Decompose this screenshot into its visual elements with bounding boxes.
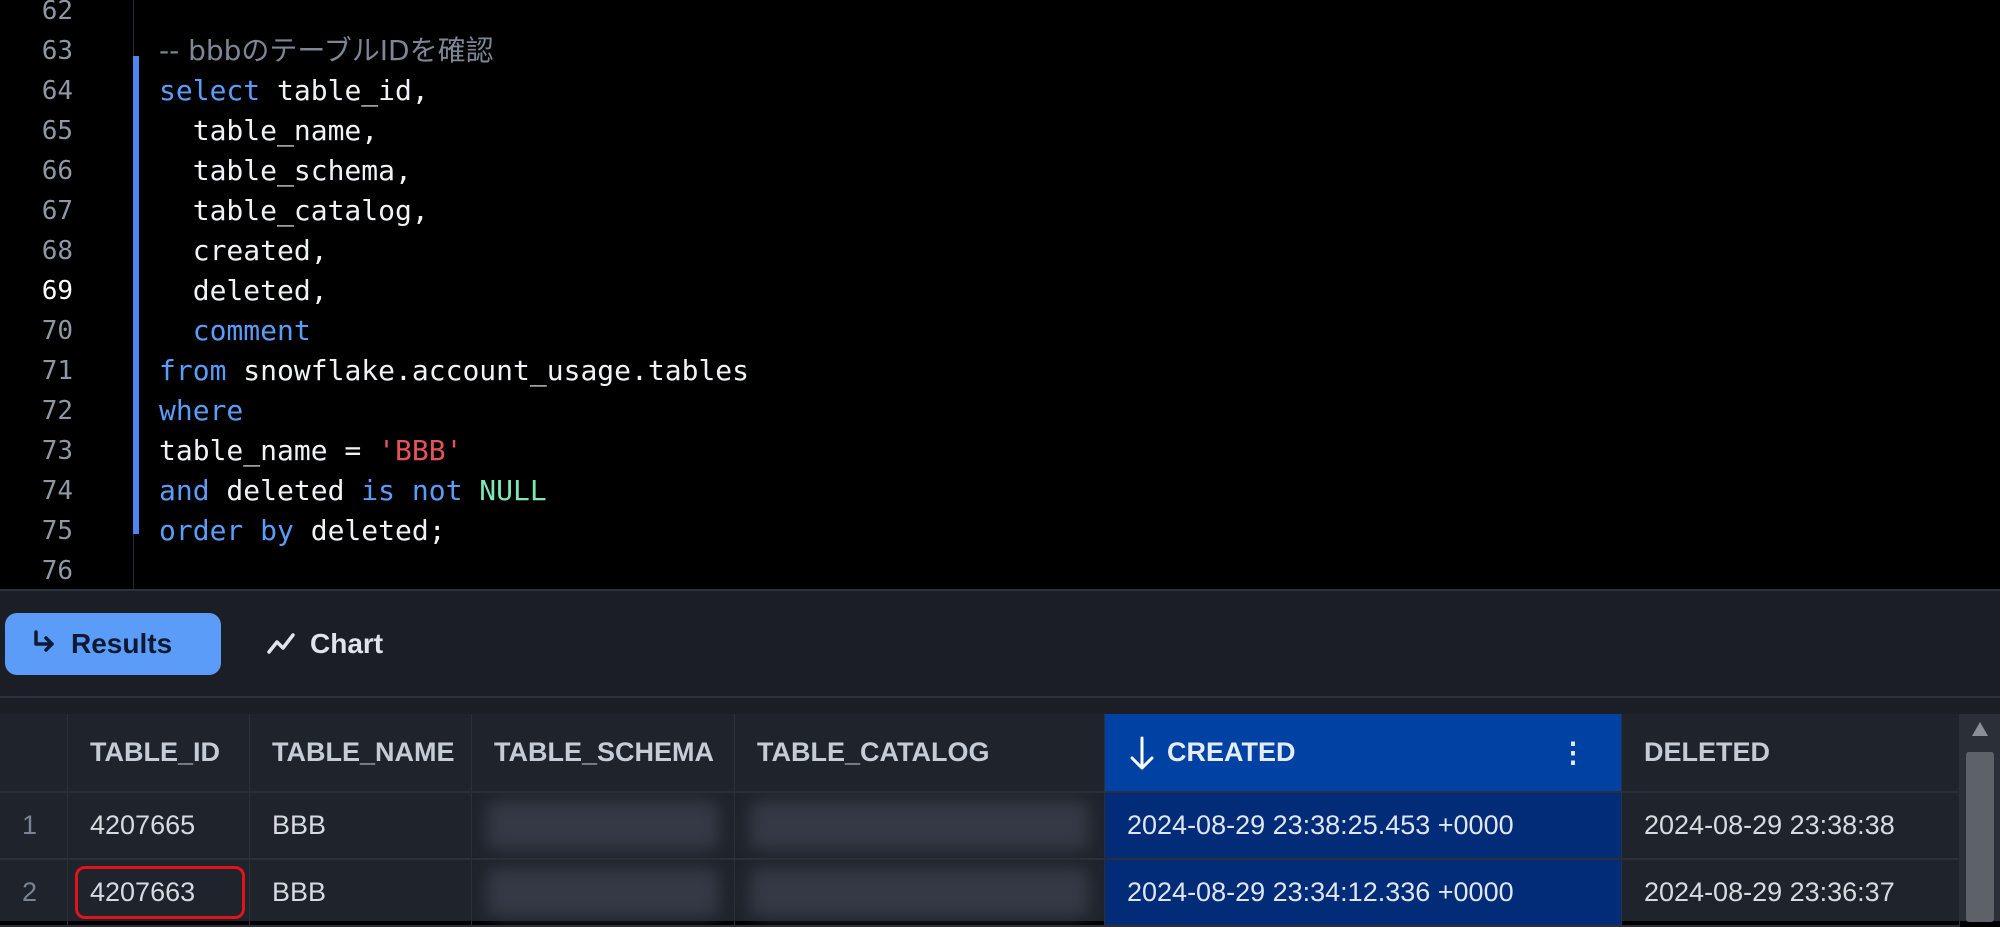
scroll-up-icon[interactable]: [1972, 722, 1988, 736]
cell-created[interactable]: 2024-08-29 23:38:25.453 +0000: [1105, 793, 1622, 858]
divider: [0, 696, 2000, 698]
line-number: 64: [41, 76, 73, 106]
cell-table-id[interactable]: 4207665: [68, 793, 250, 858]
cell-created[interactable]: 2024-08-29 23:34:12.336 +0000: [1105, 860, 1622, 925]
column-menu-icon[interactable]: ⋮: [1559, 736, 1587, 769]
line-number: 76: [41, 556, 73, 586]
code-text: order by deleted;: [159, 511, 446, 551]
cell-table-name[interactable]: BBB: [250, 793, 472, 858]
header-label: TABLE_CATALOG: [757, 737, 990, 767]
cell-table-catalog-redacted[interactable]: [735, 793, 1105, 858]
results-table: TABLE_ID TABLE_NAME TABLE_SCHEMA TABLE_C…: [0, 714, 1960, 927]
line-number: 75: [41, 516, 73, 546]
row-number: 2: [0, 860, 68, 925]
header-rownum: [0, 714, 68, 791]
code-token: deleted: [209, 474, 362, 507]
header-created[interactable]: CREATED ⋮: [1105, 714, 1622, 791]
cell-table-name[interactable]: BBB: [250, 860, 472, 925]
line-number: 71: [41, 356, 73, 386]
redaction-blur: [487, 868, 719, 917]
line-number: 62: [41, 0, 73, 26]
header-label: TABLE_SCHEMA: [494, 737, 715, 767]
code-text: table_name = 'BBB': [159, 431, 462, 471]
code-text: table_name,: [159, 111, 378, 151]
header-label: TABLE_NAME: [272, 737, 455, 767]
row-number: 1: [0, 793, 68, 858]
cell-table-catalog-redacted[interactable]: [735, 860, 1105, 925]
code-text: -- bbbのテーブルIDを確認: [159, 31, 494, 71]
code-text: table_schema,: [159, 151, 412, 191]
code-token: select: [159, 74, 261, 107]
highlight-box: [75, 866, 245, 919]
tab-chart[interactable]: Chart: [240, 613, 409, 675]
code-token: deleted;: [293, 514, 446, 547]
line-number: 73: [41, 436, 73, 466]
header-label: CREATED: [1167, 737, 1296, 767]
code-text: where: [159, 391, 243, 431]
tab-chart-label: Chart: [310, 628, 384, 659]
line-number: 68: [41, 236, 73, 266]
tab-results-label: Results: [71, 628, 173, 659]
code-token: where: [159, 394, 244, 427]
code-text: table_catalog,: [159, 191, 429, 231]
redaction-blur: [750, 868, 1089, 917]
line-number: 67: [41, 196, 73, 226]
selection-indicator: [133, 56, 139, 534]
line-number: 63: [41, 36, 73, 66]
header-table-catalog[interactable]: TABLE_CATALOG: [735, 714, 1105, 791]
sort-descending-icon: [1130, 736, 1154, 769]
cell-deleted[interactable]: 2024-08-29 23:38:38: [1622, 793, 1960, 858]
code-token: comment: [159, 314, 311, 347]
table-row[interactable]: 1 4207665 BBB 2024-08-29 23:38:25.453 +0…: [0, 793, 1960, 860]
cell-table-schema-redacted[interactable]: [472, 793, 735, 858]
return-arrow-icon: [34, 630, 54, 652]
line-number: 70: [41, 316, 73, 346]
table-row[interactable]: 2 4207663 BBB 2024-08-29 23:34:12.336 +0…: [0, 860, 1960, 927]
line-number: 72: [41, 396, 73, 426]
header-label: DELETED: [1644, 737, 1771, 767]
code-text: and deleted is not NULL: [159, 471, 547, 511]
table-header-row: TABLE_ID TABLE_NAME TABLE_SCHEMA TABLE_C…: [0, 714, 1960, 793]
code-token: order by: [159, 514, 294, 547]
header-label: TABLE_ID: [90, 737, 221, 767]
cell-table-id[interactable]: 4207663: [68, 860, 250, 925]
code-text: from snowflake.account_usage.tables: [159, 351, 749, 391]
code-token: from: [159, 354, 227, 387]
line-number: 69: [41, 276, 73, 306]
header-table-id[interactable]: TABLE_ID: [68, 714, 250, 791]
line-number: 74: [41, 476, 73, 506]
code-text: select table_id,: [159, 71, 429, 111]
line-chart-icon: [267, 633, 295, 654]
cell-deleted[interactable]: 2024-08-29 23:36:37: [1622, 860, 1960, 925]
header-table-name[interactable]: TABLE_NAME: [250, 714, 472, 791]
code-token: created,: [159, 234, 328, 267]
sql-editor[interactable]: 62 63 -- bbbのテーブルIDを確認 64 select table_id, 65…: [0, 0, 2000, 589]
code-token: snowflake.account_usage.tables: [226, 354, 750, 387]
cell-table-schema-redacted[interactable]: [472, 860, 735, 925]
results-panel: Results Chart TABLE_ID TABLE_NAME TABLE_…: [0, 589, 2000, 927]
code-text: comment: [159, 311, 311, 351]
code-token: is not: [361, 474, 463, 507]
code-text: created,: [159, 231, 328, 271]
line-number: 65: [41, 116, 73, 146]
code-token: table_name =: [159, 434, 379, 467]
scrollbar-thumb[interactable]: [1966, 752, 1994, 922]
redaction-blur: [750, 801, 1089, 850]
header-deleted[interactable]: DELETED: [1622, 714, 1960, 791]
header-table-schema[interactable]: TABLE_SCHEMA: [472, 714, 735, 791]
tab-results[interactable]: Results: [5, 613, 221, 675]
code-token: deleted,: [159, 274, 328, 307]
code-token: -- bbbのテーブルIDを確認: [159, 34, 494, 67]
code-token: 'BBB': [378, 434, 463, 467]
redaction-blur: [487, 801, 719, 850]
code-token: table_schema,: [159, 154, 412, 187]
code-token: table_name,: [159, 114, 379, 147]
code-token: table_id,: [260, 74, 429, 107]
code-token: NULL: [462, 474, 547, 507]
code-text: deleted,: [159, 271, 328, 311]
line-number: 66: [41, 156, 73, 186]
code-token: and: [159, 474, 210, 507]
code-token: table_catalog,: [159, 194, 429, 227]
vertical-scrollbar[interactable]: [1960, 714, 2000, 922]
